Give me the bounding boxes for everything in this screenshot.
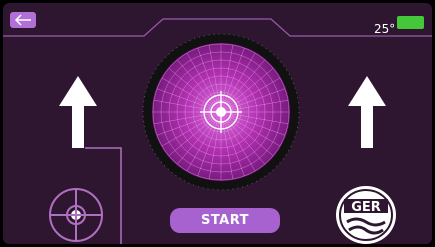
ger-logo: GER [336, 186, 396, 244]
temperature-readout: 25° [374, 22, 396, 36]
battery-icon [397, 16, 424, 29]
arrow-left-icon [14, 14, 31, 26]
arrow-up-icon [348, 76, 386, 148]
crosshair-icon[interactable] [47, 186, 105, 244]
back-button[interactable] [10, 12, 36, 28]
start-button[interactable]: START [170, 208, 280, 233]
radar-scope-icon [142, 33, 300, 191]
arrow-up-icon [59, 76, 97, 148]
ger-logo-text: GER [351, 200, 381, 215]
detector-screen: 25° START GER [3, 3, 432, 244]
